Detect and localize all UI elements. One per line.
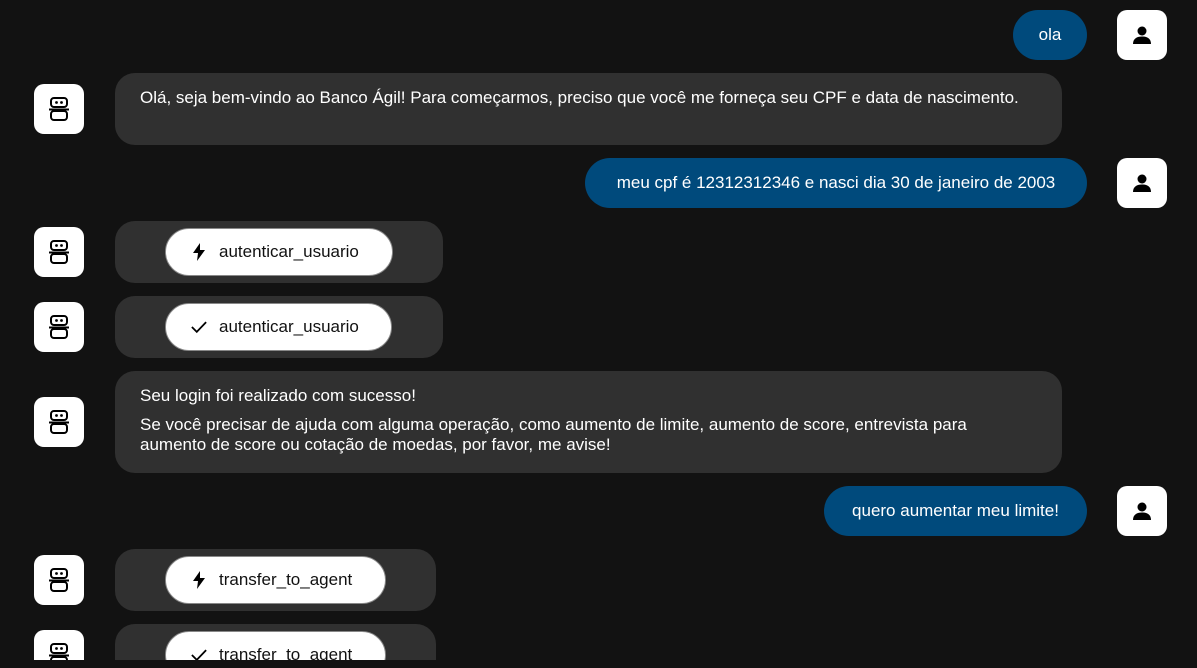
tool-result-name: autenticar_usuario xyxy=(219,317,359,336)
tool-call-chip[interactable]: autenticar_usuario xyxy=(165,228,393,276)
robot-icon xyxy=(49,410,69,434)
chat-transcript: ola Olá, seja bem-vindo ao Banco Ágil! P… xyxy=(0,0,1197,660)
check-icon xyxy=(191,647,207,660)
assistant-message: Seu login foi realizado com sucesso! Se … xyxy=(115,371,1062,473)
tool-result-name: transfer_to_agent xyxy=(219,645,353,660)
user-avatar xyxy=(1117,486,1167,536)
chat-page: ola Olá, seja bem-vindo ao Banco Ágil! P… xyxy=(0,0,1197,668)
robot-icon xyxy=(49,240,69,264)
tool-result-chip[interactable]: autenticar_usuario xyxy=(165,303,392,351)
user-message-text: quero aumentar meu limite! xyxy=(852,501,1059,520)
tool-call-name: autenticar_usuario xyxy=(219,242,359,261)
robot-icon xyxy=(49,97,69,121)
tool-result-card: autenticar_usuario xyxy=(115,296,443,358)
robot-icon xyxy=(49,568,69,592)
bot-avatar xyxy=(34,630,84,660)
tool-call-name: transfer_to_agent xyxy=(219,570,353,589)
bot-avatar xyxy=(34,397,84,447)
user-message: quero aumentar meu limite! xyxy=(824,486,1087,536)
tool-result-chip[interactable]: transfer_to_agent xyxy=(165,631,386,660)
user-message: meu cpf é 12312312346 e nasci dia 30 de … xyxy=(585,158,1087,208)
check-icon xyxy=(191,319,207,335)
user-message: ola xyxy=(1013,10,1087,60)
person-icon xyxy=(1133,502,1151,520)
assistant-message: Olá, seja bem-vindo ao Banco Ágil! Para … xyxy=(115,73,1062,145)
bot-avatar xyxy=(34,227,84,277)
robot-icon xyxy=(49,643,69,660)
assistant-message-text: Olá, seja bem-vindo ao Banco Ágil! Para … xyxy=(140,88,1019,107)
user-avatar xyxy=(1117,158,1167,208)
bot-avatar xyxy=(34,555,84,605)
bolt-icon xyxy=(191,571,207,589)
assistant-message-paragraph: Se você precisar de ajuda com alguma ope… xyxy=(140,415,967,454)
user-message-text: ola xyxy=(1038,25,1062,44)
person-icon xyxy=(1133,26,1151,44)
bolt-icon xyxy=(191,243,207,261)
user-avatar xyxy=(1117,10,1167,60)
tool-call-card: transfer_to_agent xyxy=(115,549,436,611)
bot-avatar xyxy=(34,302,84,352)
tool-call-card: autenticar_usuario xyxy=(115,221,443,283)
robot-icon xyxy=(49,315,69,339)
tool-call-chip[interactable]: transfer_to_agent xyxy=(165,556,386,604)
person-icon xyxy=(1133,174,1151,192)
tool-result-card: transfer_to_agent xyxy=(115,624,436,660)
assistant-message-paragraph: Seu login foi realizado com sucesso! xyxy=(140,386,416,405)
bot-avatar xyxy=(34,84,84,134)
user-message-text: meu cpf é 12312312346 e nasci dia 30 de … xyxy=(616,173,1056,192)
